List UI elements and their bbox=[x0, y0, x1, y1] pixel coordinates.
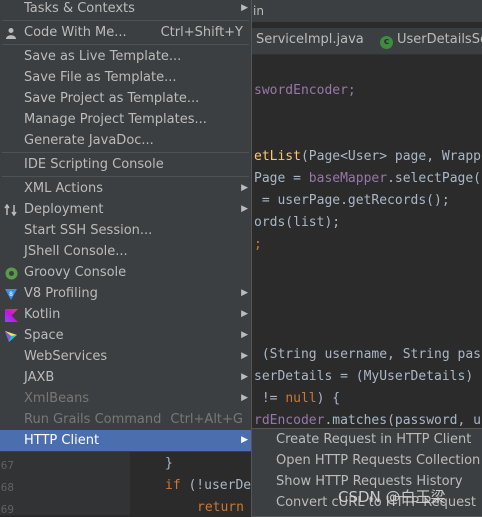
tab-user-details-service[interactable]: c UserDetailsSer bbox=[380, 32, 482, 52]
submenu-arrow-icon: ▶ bbox=[241, 309, 248, 319]
menu-item-space[interactable]: Space ▶ bbox=[0, 325, 251, 346]
tab-label: UserDetailsSer bbox=[397, 32, 482, 47]
menu-item-label: XML Actions bbox=[24, 181, 103, 196]
menu-item-ide-scripting-console[interactable]: IDE Scripting Console bbox=[0, 154, 251, 175]
menu-item-label: Code With Me... bbox=[24, 25, 127, 40]
submenu-arrow-icon: ▶ bbox=[241, 204, 248, 214]
menu-item-groovy-console[interactable]: Groovy Console bbox=[0, 262, 251, 283]
window-title: in bbox=[253, 4, 264, 18]
menu-item-xmlbeans[interactable]: XmlBeans ▶ bbox=[0, 388, 251, 409]
submenu-arrow-icon: ▶ bbox=[241, 435, 248, 445]
menu-item-label: JAXB bbox=[24, 370, 55, 385]
submenu-item-open-requests-collection[interactable]: Open HTTP Requests Collection bbox=[252, 450, 482, 471]
deployment-icon bbox=[4, 203, 18, 217]
submenu-arrow-icon: ▶ bbox=[241, 330, 248, 340]
kotlin-icon bbox=[4, 308, 18, 322]
menu-item-webservices[interactable]: WebServices ▶ bbox=[0, 346, 251, 367]
menu-item-label: Deployment bbox=[24, 202, 104, 217]
submenu-arrow-icon: ▶ bbox=[241, 183, 248, 193]
code-line: ; bbox=[254, 237, 262, 252]
menu-item-save-project-template[interactable]: Save Project as Template... bbox=[0, 88, 251, 109]
space-icon bbox=[4, 329, 18, 343]
line-number: 69 bbox=[0, 503, 14, 516]
menu-item-jaxb[interactable]: JAXB ▶ bbox=[0, 367, 251, 388]
menu-item-jshell-console[interactable]: JShell Console... bbox=[0, 241, 251, 262]
watermark: CSDN @白玉梁 bbox=[338, 488, 446, 506]
submenu-item-label: Create Request in HTTP Client bbox=[276, 432, 472, 447]
menu-item-label: Save Project as Template... bbox=[24, 91, 200, 106]
tools-menu: Tasks & Contexts ▶ Code With Me... Ctrl+… bbox=[0, 0, 252, 452]
menu-item-label: JShell Console... bbox=[24, 244, 128, 259]
menu-item-label: Tasks & Contexts bbox=[24, 1, 135, 16]
svg-text:8: 8 bbox=[9, 291, 13, 298]
menu-item-label: Save File as Template... bbox=[24, 70, 177, 85]
menu-item-label: WebServices bbox=[24, 349, 108, 364]
line-number: 67 bbox=[0, 459, 14, 472]
menu-item-label: Kotlin bbox=[24, 307, 61, 322]
code-line: } bbox=[165, 456, 173, 471]
menu-item-label: Start SSH Session... bbox=[24, 223, 153, 238]
tab-label: ServiceImpl.java bbox=[256, 32, 364, 47]
menu-item-deployment[interactable]: Deployment ▶ bbox=[0, 199, 251, 220]
code-line: (String username, String pass bbox=[254, 347, 482, 362]
code-line: = userPage.getRecords(); bbox=[254, 193, 450, 208]
menu-item-v8-profiling[interactable]: 8 V8 Profiling ▶ bbox=[0, 283, 251, 304]
menu-item-label: Run Grails Command bbox=[24, 412, 162, 427]
line-number: 68 bbox=[0, 481, 14, 494]
menu-item-http-client[interactable]: HTTP Client ▶ bbox=[0, 430, 251, 451]
menu-item-label: IDE Scripting Console bbox=[24, 157, 164, 172]
menu-item-kotlin[interactable]: Kotlin ▶ bbox=[0, 304, 251, 325]
code-line: swordEncoder; bbox=[254, 83, 356, 98]
menu-item-label: Save as Live Template... bbox=[24, 49, 182, 64]
tab-service-impl[interactable]: ServiceImpl.java bbox=[256, 32, 364, 52]
code-line: Page = baseMapper.selectPage( bbox=[254, 171, 481, 186]
menu-item-label: Generate JavaDoc... bbox=[24, 133, 154, 148]
menu-separator bbox=[2, 152, 249, 153]
menu-item-start-ssh-session[interactable]: Start SSH Session... bbox=[0, 220, 251, 241]
menu-item-code-with-me[interactable]: Code With Me... Ctrl+Shift+Y bbox=[0, 22, 251, 43]
menu-item-label: HTTP Client bbox=[24, 433, 100, 448]
submenu-arrow-icon: ▶ bbox=[241, 372, 248, 382]
class-icon: c bbox=[380, 36, 393, 49]
menu-separator bbox=[2, 44, 249, 45]
menu-item-manage-project-templates[interactable]: Manage Project Templates... bbox=[0, 109, 251, 130]
person-icon bbox=[4, 26, 18, 40]
code-line: etList(Page<User> page, Wrapp bbox=[254, 149, 481, 164]
code-line: != null) { bbox=[254, 391, 341, 406]
menu-item-save-live-template[interactable]: Save as Live Template... bbox=[0, 46, 251, 67]
submenu-arrow-icon: ▶ bbox=[241, 3, 248, 13]
menu-item-label: XmlBeans bbox=[24, 391, 90, 406]
submenu-arrow-icon: ▶ bbox=[241, 351, 248, 361]
menu-item-shortcut: Ctrl+Shift+Y bbox=[160, 25, 243, 40]
menu-item-xml-actions[interactable]: XML Actions ▶ bbox=[0, 178, 251, 199]
submenu-arrow-icon: ▶ bbox=[241, 393, 248, 403]
code-line: ords(list); bbox=[254, 215, 341, 230]
line-gutter: 67 68 69 bbox=[0, 452, 130, 516]
menu-item-save-file-template[interactable]: Save File as Template... bbox=[0, 67, 251, 88]
groovy-icon bbox=[4, 266, 18, 280]
code-line: rdEncoder.matches(password, u bbox=[254, 413, 481, 428]
menu-separator bbox=[2, 176, 249, 177]
menu-item-generate-javadoc[interactable]: Generate JavaDoc... bbox=[0, 130, 251, 151]
menu-item-shortcut: Ctrl+Alt+G bbox=[170, 412, 243, 427]
menu-separator bbox=[2, 20, 249, 21]
menu-item-label: Space bbox=[24, 328, 64, 343]
menu-item-label: Groovy Console bbox=[24, 265, 127, 280]
submenu-arrow-icon: ▶ bbox=[241, 288, 248, 298]
menu-item-label: V8 Profiling bbox=[24, 286, 98, 301]
menu-item-run-grails-command[interactable]: Run Grails Command Ctrl+Alt+G bbox=[0, 409, 251, 430]
submenu-item-create-request[interactable]: Create Request in HTTP Client bbox=[252, 429, 482, 450]
code-line: serDetails = (MyUserDetails) bbox=[254, 369, 474, 384]
code-line: return bbox=[197, 500, 244, 515]
menu-item-label: Manage Project Templates... bbox=[24, 112, 207, 127]
submenu-item-label: Open HTTP Requests Collection bbox=[276, 453, 481, 468]
menu-item-tasks-contexts[interactable]: Tasks & Contexts ▶ bbox=[0, 0, 251, 19]
v8-icon: 8 bbox=[4, 287, 18, 301]
code-line: if (!userDe bbox=[165, 478, 252, 493]
